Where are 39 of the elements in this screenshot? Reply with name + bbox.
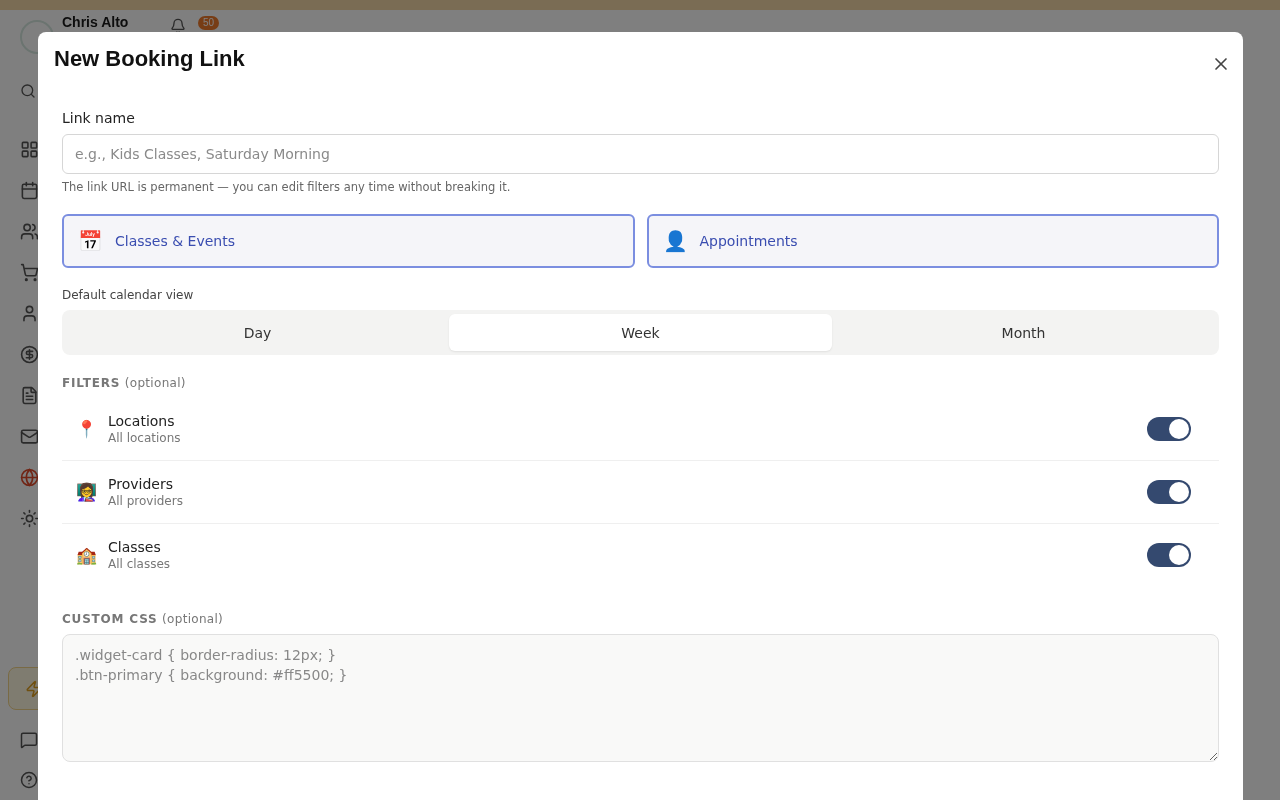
bell-icon[interactable]	[170, 18, 186, 34]
filter-title: Providers	[108, 476, 174, 492]
help-icon[interactable]	[20, 771, 40, 789]
field-label: Default calendar view	[62, 288, 195, 302]
filter-icon: 🏫	[76, 546, 108, 564]
filter-subtitle: All providers	[108, 494, 184, 508]
toggle-switch[interactable]	[1147, 543, 1191, 567]
modal-title: New Booking Link	[54, 46, 245, 72]
filter-icon: 👩‍🏫	[76, 483, 108, 501]
dollar-icon[interactable]	[20, 345, 40, 364]
people-icon[interactable]	[20, 222, 40, 241]
field-label: Link name	[62, 110, 136, 126]
globe-icon[interactable]	[20, 468, 40, 487]
toggle-switch[interactable]	[1147, 480, 1191, 504]
css-field[interactable]: .widget-card { border-radius: 12px; } .btn-primary { background: #ff5500; }	[62, 634, 1219, 762]
toggle-switch[interactable]	[1147, 417, 1191, 441]
notification-count: 50	[198, 16, 220, 30]
field-hint: The link URL is permanent — you can edit filters any time without breaking it.	[62, 180, 512, 194]
section-heading: FILTERS (optional)	[62, 376, 187, 390]
cart-icon[interactable]	[20, 263, 40, 282]
type-option[interactable]: 👤 Appointments	[646, 214, 1219, 268]
filter-subtitle: All classes	[108, 557, 172, 571]
link-name-field[interactable]: e.g., Kids Classes, Saturday Morning	[62, 134, 1219, 174]
view-option[interactable]: Week	[449, 314, 832, 351]
chat-icon[interactable]	[20, 731, 40, 749]
filter-icon: 📍	[76, 420, 108, 438]
grid-icon[interactable]	[20, 140, 40, 159]
mail-icon[interactable]	[20, 427, 40, 446]
section-heading: CUSTOM CSS (optional)	[62, 612, 225, 626]
settings-icon[interactable]	[20, 509, 40, 528]
view-option[interactable]: Month	[832, 314, 1215, 351]
type-option[interactable]: 📅 Classes & Events	[62, 214, 635, 268]
document-icon[interactable]	[20, 386, 40, 405]
view-option[interactable]: Day	[66, 314, 449, 351]
filter-title: Locations	[108, 413, 176, 429]
filter-title: Classes	[108, 539, 162, 555]
calendar-icon[interactable]	[20, 181, 40, 200]
user-name: Chris Alto	[62, 15, 129, 30]
filter-subtitle: All locations	[108, 431, 182, 445]
